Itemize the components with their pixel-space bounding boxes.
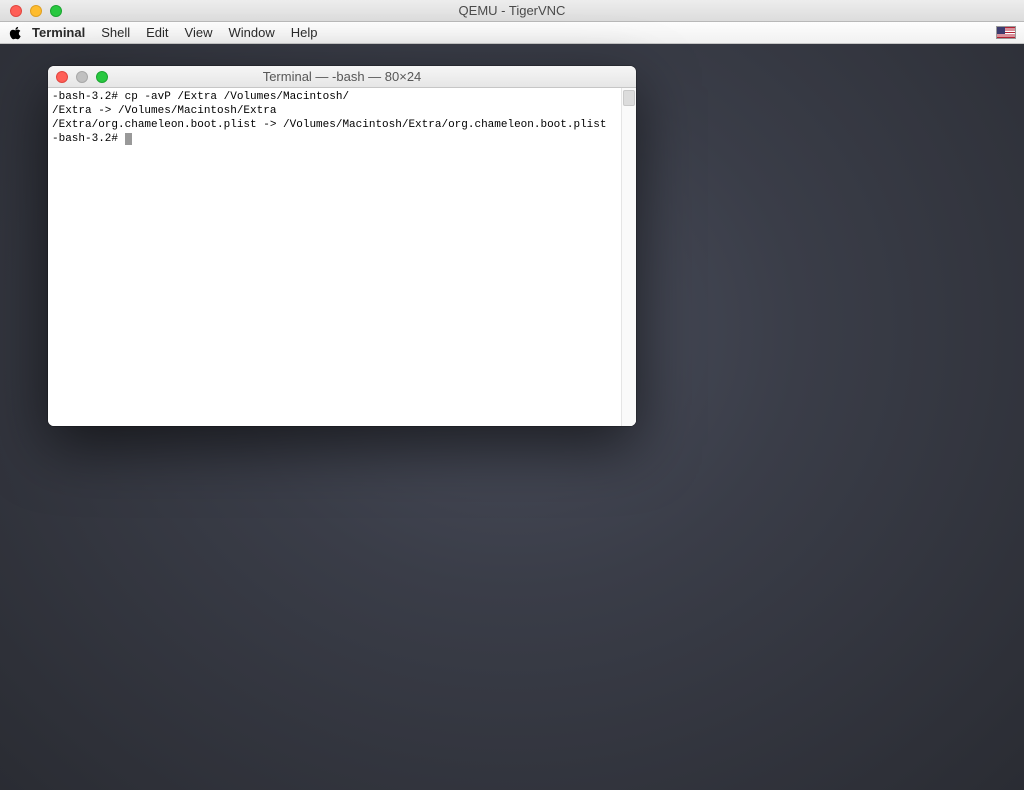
terminal-line: -bash-3.2# cp -avP /Extra /Volumes/Macin…: [52, 91, 349, 103]
menu-shell[interactable]: Shell: [101, 25, 130, 40]
terminal-prompt: -bash-3.2#: [52, 133, 125, 145]
macos-desktop[interactable]: Terminal Shell Edit View Window Help Ter…: [0, 22, 1024, 790]
macos-menubar: Terminal Shell Edit View Window Help: [0, 22, 1024, 44]
vnc-window-title: QEMU - TigerVNC: [0, 3, 1024, 18]
close-icon[interactable]: [56, 71, 68, 83]
minimize-icon[interactable]: [30, 5, 42, 17]
terminal-scrollbar[interactable]: [621, 88, 636, 426]
terminal-titlebar[interactable]: Terminal — -bash — 80×24: [48, 66, 636, 88]
maximize-icon[interactable]: [50, 5, 62, 17]
vnc-window-controls: [0, 5, 62, 17]
menu-window[interactable]: Window: [229, 25, 275, 40]
vnc-titlebar: QEMU - TigerVNC: [0, 0, 1024, 22]
menu-view[interactable]: View: [185, 25, 213, 40]
cursor-icon: [125, 133, 132, 145]
terminal-content[interactable]: -bash-3.2# cp -avP /Extra /Volumes/Macin…: [48, 88, 621, 426]
scrollbar-thumb[interactable]: [623, 90, 635, 106]
input-source-flag-icon[interactable]: [996, 26, 1016, 39]
apple-menu-icon[interactable]: [8, 26, 22, 40]
menu-edit[interactable]: Edit: [146, 25, 168, 40]
terminal-line: /Extra/org.chameleon.boot.plist -> /Volu…: [52, 119, 607, 131]
maximize-icon[interactable]: [96, 71, 108, 83]
terminal-window-controls: [48, 71, 108, 83]
menubar-app-name[interactable]: Terminal: [32, 25, 85, 40]
close-icon[interactable]: [10, 5, 22, 17]
menu-help[interactable]: Help: [291, 25, 318, 40]
minimize-icon[interactable]: [76, 71, 88, 83]
terminal-body: -bash-3.2# cp -avP /Extra /Volumes/Macin…: [48, 88, 636, 426]
terminal-window-title: Terminal — -bash — 80×24: [48, 69, 636, 84]
terminal-line: /Extra -> /Volumes/Macintosh/Extra: [52, 105, 276, 117]
terminal-window: Terminal — -bash — 80×24 -bash-3.2# cp -…: [48, 66, 636, 426]
